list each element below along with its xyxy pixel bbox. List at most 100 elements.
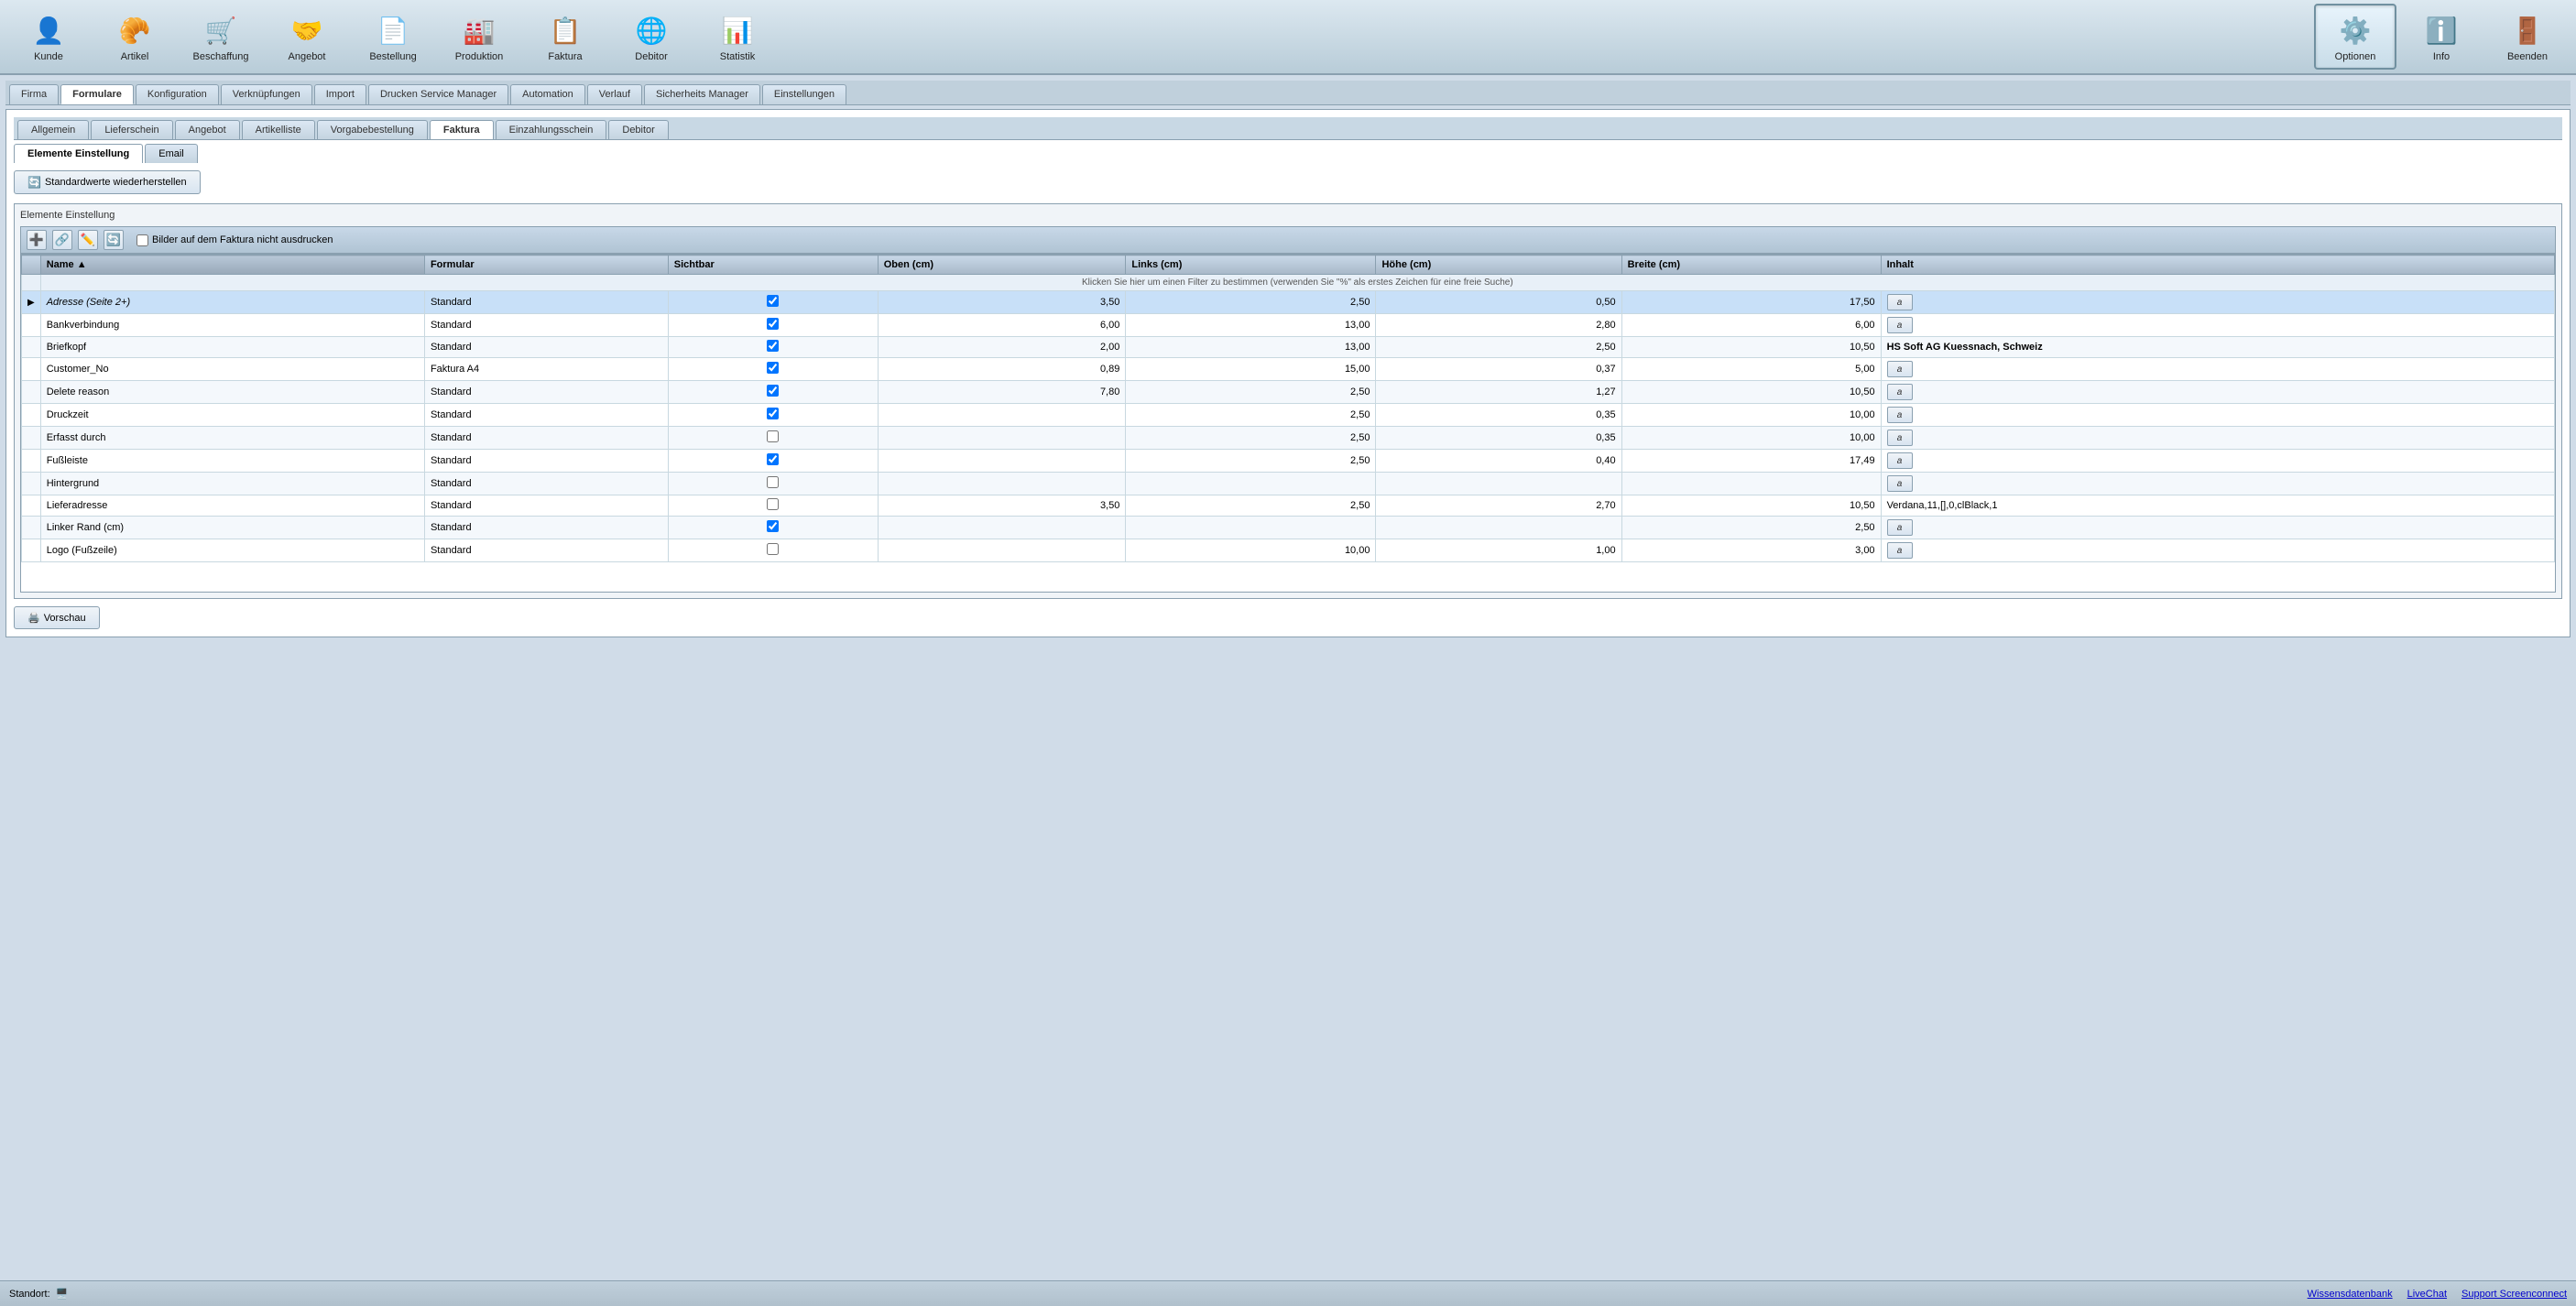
toolbar-item-statistik[interactable]: 📊Statistik: [696, 4, 779, 70]
cell-sichtbar[interactable]: [668, 473, 878, 495]
sub-tab-artikelliste[interactable]: Artikelliste: [242, 120, 315, 139]
col-header-hohe[interactable]: Höhe (cm): [1376, 256, 1621, 275]
col-header-sichtbar[interactable]: Sichtbar: [668, 256, 878, 275]
toolbar-item-debitor[interactable]: 🌐Debitor: [610, 4, 693, 70]
toolbar-item-beschaffung[interactable]: 🛒Beschaffung: [180, 4, 262, 70]
table-row[interactable]: BriefkopfStandard2,0013,002,5010,50HS So…: [22, 337, 2555, 358]
cell-inhalt[interactable]: a: [1881, 358, 2554, 381]
toolbar-item-artikel[interactable]: 🥐Artikel: [93, 4, 176, 70]
sub-tab-vorgabebestellung[interactable]: Vorgabebestellung: [317, 120, 428, 139]
bilder-checkbox[interactable]: [136, 234, 148, 246]
sichtbar-checkbox[interactable]: [767, 318, 779, 330]
inhalt-button[interactable]: a: [1887, 542, 1913, 559]
cell-sichtbar[interactable]: [668, 381, 878, 404]
main-tab-sicherheits[interactable]: Sicherheits Manager: [644, 84, 760, 104]
sub-tab-debitor[interactable]: Debitor: [608, 120, 668, 139]
sichtbar-checkbox[interactable]: [767, 498, 779, 510]
table-row[interactable]: Logo (Fußzeile)Standard10,001,003,00a: [22, 539, 2555, 562]
ee-tab-email[interactable]: Email: [145, 144, 198, 163]
inhalt-button[interactable]: a: [1887, 475, 1913, 492]
table-row[interactable]: BankverbindungStandard6,0013,002,806,00a: [22, 314, 2555, 337]
main-tab-verlauf[interactable]: Verlauf: [587, 84, 642, 104]
col-header-name[interactable]: Name ▲: [40, 256, 424, 275]
cell-sichtbar[interactable]: [668, 539, 878, 562]
status-link-livechat[interactable]: LiveChat: [2407, 1289, 2447, 1300]
sichtbar-checkbox[interactable]: [767, 476, 779, 488]
col-header-formular[interactable]: Formular: [424, 256, 668, 275]
sub-tab-allgemein[interactable]: Allgemein: [17, 120, 89, 139]
main-tab-import[interactable]: Import: [314, 84, 366, 104]
cell-sichtbar[interactable]: [668, 495, 878, 517]
ee-tab-elemente_einstellung[interactable]: Elemente Einstellung: [14, 144, 143, 163]
cell-inhalt[interactable]: a: [1881, 473, 2554, 495]
refresh-element-button[interactable]: 🔄: [104, 230, 124, 250]
toolbar-item-angebot[interactable]: 🤝Angebot: [266, 4, 348, 70]
inhalt-button[interactable]: a: [1887, 361, 1913, 377]
inhalt-button[interactable]: a: [1887, 294, 1913, 310]
col-header-links[interactable]: Links (cm): [1126, 256, 1376, 275]
sichtbar-checkbox[interactable]: [767, 385, 779, 397]
table-row[interactable]: Linker Rand (cm)Standard2,50a: [22, 517, 2555, 539]
inhalt-button[interactable]: a: [1887, 519, 1913, 536]
main-tab-firma[interactable]: Firma: [9, 84, 59, 104]
sichtbar-checkbox[interactable]: [767, 430, 779, 442]
table-row[interactable]: DruckzeitStandard2,500,3510,00a: [22, 404, 2555, 427]
cell-inhalt[interactable]: a: [1881, 517, 2554, 539]
table-row[interactable]: FußleisteStandard2,500,4017,49a: [22, 450, 2555, 473]
inhalt-button[interactable]: a: [1887, 430, 1913, 446]
cell-inhalt[interactable]: a: [1881, 539, 2554, 562]
cell-sichtbar[interactable]: [668, 450, 878, 473]
inhalt-button[interactable]: a: [1887, 452, 1913, 469]
sichtbar-checkbox[interactable]: [767, 340, 779, 352]
cell-inhalt[interactable]: a: [1881, 404, 2554, 427]
table-row[interactable]: Erfasst durchStandard2,500,3510,00a: [22, 427, 2555, 450]
cell-inhalt[interactable]: a: [1881, 291, 2554, 314]
main-tab-verknupfungen[interactable]: Verknüpfungen: [221, 84, 312, 104]
cell-sichtbar[interactable]: [668, 337, 878, 358]
sub-tab-einzahlungsschein[interactable]: Einzahlungsschein: [496, 120, 607, 139]
toolbar-item-faktura[interactable]: 📋Faktura: [524, 4, 606, 70]
vorschau-button[interactable]: 🖨️ Vorschau: [14, 606, 100, 629]
bilder-checkbox-label[interactable]: Bilder auf dem Faktura nicht ausdrucken: [136, 234, 333, 246]
toolbar-item-produktion[interactable]: 🏭Produktion: [438, 4, 520, 70]
main-tab-konfiguration[interactable]: Konfiguration: [136, 84, 219, 104]
sichtbar-checkbox[interactable]: [767, 543, 779, 555]
sub-tab-lieferschein[interactable]: Lieferschein: [91, 120, 172, 139]
cell-inhalt[interactable]: a: [1881, 381, 2554, 404]
col-header-inhalt[interactable]: Inhalt: [1881, 256, 2554, 275]
main-tab-automation[interactable]: Automation: [510, 84, 585, 104]
cell-sichtbar[interactable]: [668, 314, 878, 337]
cell-sichtbar[interactable]: [668, 291, 878, 314]
toolbar-item-info[interactable]: ℹ️Info: [2400, 4, 2483, 70]
status-link-wissensdatenbank[interactable]: Wissensdatenbank: [2308, 1289, 2393, 1300]
main-tab-drucken_service[interactable]: Drucken Service Manager: [368, 84, 508, 104]
status-link-support-screenconnect[interactable]: Support Screenconnect: [2461, 1289, 2567, 1300]
toolbar-item-beenden[interactable]: 🚪Beenden: [2486, 4, 2569, 70]
cell-inhalt[interactable]: a: [1881, 450, 2554, 473]
col-header-oben[interactable]: Oben (cm): [878, 256, 1126, 275]
cell-inhalt[interactable]: a: [1881, 427, 2554, 450]
toolbar-item-bestellung[interactable]: 📄Bestellung: [352, 4, 434, 70]
table-row[interactable]: Delete reasonStandard7,802,501,2710,50a: [22, 381, 2555, 404]
add-element-button[interactable]: ➕: [27, 230, 47, 250]
link-element-button[interactable]: 🔗: [52, 230, 72, 250]
cell-sichtbar[interactable]: [668, 404, 878, 427]
table-row[interactable]: HintergrundStandarda: [22, 473, 2555, 495]
sub-tab-angebot[interactable]: Angebot: [175, 120, 240, 139]
toolbar-item-optionen[interactable]: ⚙️Optionen: [2314, 4, 2396, 70]
col-header-breite[interactable]: Breite (cm): [1621, 256, 1881, 275]
table-row[interactable]: ▶Adresse (Seite 2+)Standard3,502,500,501…: [22, 291, 2555, 314]
sichtbar-checkbox[interactable]: [767, 520, 779, 532]
table-row[interactable]: Customer_NoFaktura A40,8915,000,375,00a: [22, 358, 2555, 381]
inhalt-button[interactable]: a: [1887, 317, 1913, 333]
data-table-wrapper[interactable]: Name ▲FormularSichtbarOben (cm)Links (cm…: [20, 254, 2556, 593]
main-tab-einstellungen[interactable]: Einstellungen: [762, 84, 846, 104]
standort-icon[interactable]: 🖥️: [56, 1288, 69, 1300]
restore-defaults-button[interactable]: 🔄 Standardwerte wiederherstellen: [14, 170, 201, 194]
table-row[interactable]: LieferadresseStandard3,502,502,7010,50Ve…: [22, 495, 2555, 517]
main-tab-formulare[interactable]: Formulare: [60, 84, 134, 104]
sichtbar-checkbox[interactable]: [767, 362, 779, 374]
cell-sichtbar[interactable]: [668, 358, 878, 381]
inhalt-button[interactable]: a: [1887, 407, 1913, 423]
edit-element-button[interactable]: ✏️: [78, 230, 98, 250]
